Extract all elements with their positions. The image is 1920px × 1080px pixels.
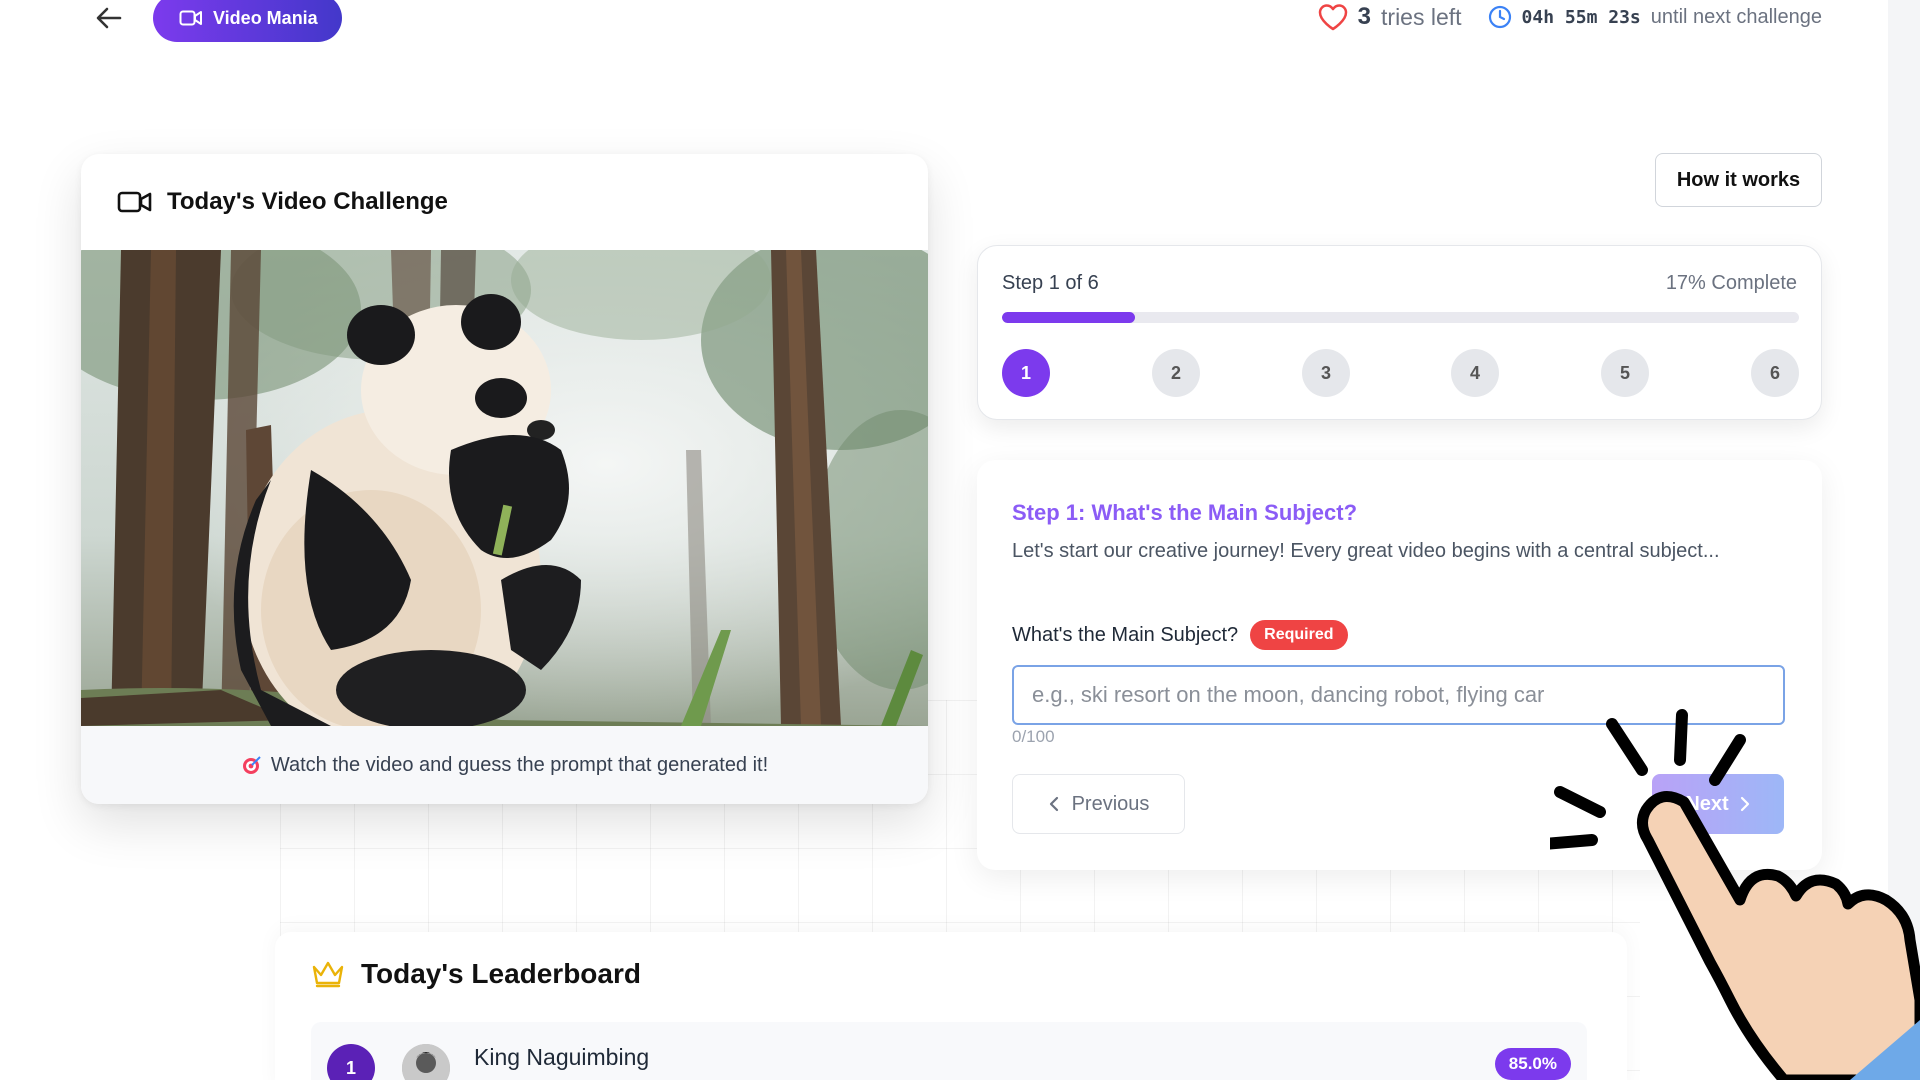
brand-badge[interactable]: Video Mania [153,0,342,42]
step-dot-6[interactable]: 6 [1751,349,1799,397]
status-bar: 3 tries left 04h 55m 23s until next chal… [1318,0,1822,34]
leaderboard-title: Today's Leaderboard [361,958,641,989]
brand-label: Video Mania [213,7,318,28]
subject-label-text: What's the Main Subject? [1012,623,1239,646]
panda-video-frame [81,250,928,726]
step-dot-1[interactable]: 1 [1002,349,1050,397]
step-indicator: Step 1 of 6 [1002,272,1099,294]
percent-complete: 17% Complete [1665,272,1797,294]
step-dot-2[interactable]: 2 [1152,349,1200,397]
pointing-hand-cursor [1550,709,1920,1080]
rank-badge: 1 [327,1044,375,1080]
previous-label: Previous [1071,792,1150,815]
timer-suffix: until next challenge [1650,5,1822,28]
question-description: Let's start our creative journey! Every … [1012,540,1720,562]
step-dot-4[interactable]: 4 [1451,349,1499,397]
step-dot-3[interactable]: 3 [1302,349,1350,397]
subject-field-label: What's the Main Subject? Required [1012,620,1348,650]
character-counter: 0/100 [1012,727,1055,746]
question-title: Step 1: What's the Main Subject? [1012,500,1358,525]
required-badge: Required [1250,620,1348,650]
progress-card: Step 1 of 6 17% Complete 1 2 3 4 5 6 [977,245,1822,420]
tries-label: tries left [1381,3,1462,30]
step-dot-5[interactable]: 5 [1601,349,1649,397]
leaderboard-card: Today's Leaderboard 1 King Naguimbing 85… [275,932,1627,1080]
progress-bar [1002,312,1799,323]
clock-icon [1488,5,1511,29]
video-card-header: Today's Video Challenge [81,154,928,250]
target-icon [242,756,261,774]
how-it-works-label: How it works [1676,168,1801,191]
back-button[interactable] [92,2,126,34]
video-card-title: Today's Video Challenge [167,188,448,215]
video-camera-icon [117,191,152,213]
avatar [402,1044,450,1080]
video-instruction: Watch the video and guess the prompt tha… [270,753,769,776]
how-it-works-button[interactable]: How it works [1655,153,1822,207]
tries-count: 3 [1357,3,1372,30]
leaderboard-row[interactable]: 1 King Naguimbing 85.0% [311,1022,1587,1080]
video-player[interactable] [81,250,928,726]
player-name: King Naguimbing [474,1044,650,1070]
user-avatar-image [402,1044,450,1080]
crown-icon [312,961,344,988]
video-card-footer: Watch the video and guess the prompt tha… [81,726,928,804]
video-camera-icon [179,10,202,26]
previous-button[interactable]: Previous [1012,774,1185,834]
arrow-left-icon [96,7,122,29]
video-challenge-card: Today's Video Challenge Watch the video … [81,154,928,804]
heart-icon [1318,4,1347,31]
countdown-timer: 04h 55m 23s [1521,6,1641,28]
leaderboard-header: Today's Leaderboard [311,958,641,990]
chevron-left-icon [1049,796,1058,812]
progress-bar-fill [1002,312,1136,323]
